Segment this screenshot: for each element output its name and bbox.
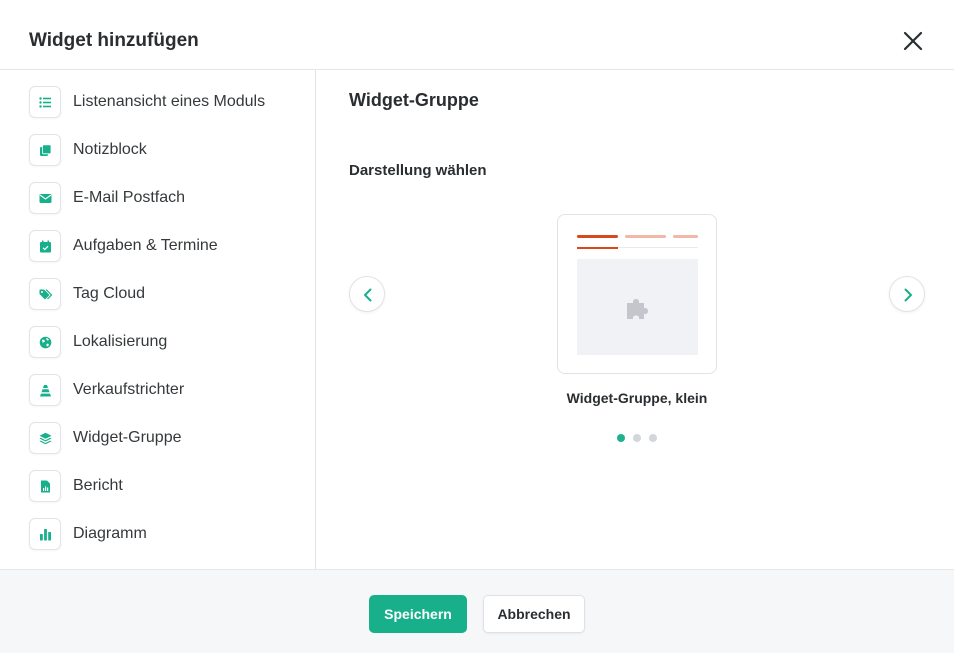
section-title: Widget-Gruppe [349, 90, 479, 110]
sidebar-item-label: Widget-Gruppe [73, 429, 182, 446]
dialog-header: Widget hinzufügen [0, 0, 954, 70]
report-file-icon [41, 480, 50, 493]
chevron-right-icon [904, 288, 912, 302]
sidebar-item-sales-funnel[interactable]: Verkaufstrichter [29, 374, 309, 406]
tags-icon [39, 289, 52, 300]
dialog-title: Widget hinzufügen [29, 30, 199, 51]
sidebar-icon-box [29, 182, 61, 214]
globe-icon [39, 336, 52, 349]
preview-content-area [577, 259, 698, 355]
carousel-dot-1[interactable] [617, 434, 625, 442]
save-button[interactable]: Speichern [369, 595, 467, 633]
widget-config-panel: Widget-Gruppe Darstellung wählen Widget-… [317, 70, 954, 569]
dialog-footer: Speichern Abbrechen [0, 569, 954, 653]
close-button[interactable] [900, 28, 926, 54]
calendar-check-icon [40, 240, 51, 253]
carousel-prev-button[interactable] [349, 276, 385, 312]
preview-tab-indicator [577, 247, 618, 249]
funnel-icon [40, 385, 51, 397]
sidebar-item-notepad[interactable]: Notizblock [29, 134, 309, 166]
preview-caption: Widget-Gruppe, klein [566, 390, 708, 406]
widget-type-sidebar: Listenansicht eines Moduls Notizblock E-… [0, 70, 316, 569]
bar-chart-icon [40, 529, 51, 541]
widget-preview-card[interactable] [557, 214, 717, 374]
display-selection-heading: Darstellung wählen [349, 162, 487, 179]
sidebar-item-label: Diagramm [73, 525, 147, 542]
preview-tab-active [577, 235, 618, 238]
sidebar-icon-box [29, 470, 61, 502]
list-icon [39, 97, 51, 108]
sidebar-item-tag-cloud[interactable]: Tag Cloud [29, 278, 309, 310]
cancel-button[interactable]: Abbrechen [483, 595, 585, 633]
carousel-dot-2[interactable] [633, 434, 641, 442]
sidebar-item-tasks[interactable]: Aufgaben & Termine [29, 230, 309, 262]
sidebar-icon-box [29, 374, 61, 406]
sidebar-icon-box [29, 134, 61, 166]
layers-icon [39, 432, 52, 445]
carousel-next-button[interactable] [889, 276, 925, 312]
sidebar-item-list-view[interactable]: Listenansicht eines Moduls [29, 86, 309, 118]
notes-icon [40, 144, 52, 156]
sidebar-item-localization[interactable]: Lokalisierung [29, 326, 309, 358]
sidebar-icon-box [29, 278, 61, 310]
preview-tab [673, 235, 698, 238]
chevron-left-icon [364, 288, 372, 302]
sidebar-icon-box [29, 518, 61, 550]
sidebar-icon-box [29, 326, 61, 358]
sidebar-item-label: Listenansicht eines Moduls [73, 93, 266, 110]
sidebar-item-label: Lokalisierung [73, 333, 168, 350]
sidebar-item-report[interactable]: Bericht [29, 470, 309, 502]
sidebar-item-widget-group[interactable]: Widget-Gruppe [29, 422, 309, 454]
sidebar-item-mailbox[interactable]: E-Mail Postfach [29, 182, 309, 214]
carousel-dot-3[interactable] [649, 434, 657, 442]
sidebar-icon-box [29, 230, 61, 262]
sidebar-item-label: Verkaufstrichter [73, 381, 185, 398]
sidebar-icon-box [29, 86, 61, 118]
sidebar-item-label: Bericht [73, 477, 123, 494]
sidebar-item-label: E-Mail Postfach [73, 189, 186, 206]
puzzle-icon [627, 299, 648, 319]
sidebar-icon-box [29, 422, 61, 454]
close-icon [903, 31, 923, 51]
sidebar-item-label: Notizblock [73, 141, 147, 158]
preview-tab [625, 235, 666, 238]
envelope-icon [39, 194, 52, 203]
sidebar-item-chart[interactable]: Diagramm [29, 518, 309, 550]
sidebar-item-label: Aufgaben & Termine [73, 237, 218, 254]
sidebar-item-label: Tag Cloud [73, 285, 146, 302]
